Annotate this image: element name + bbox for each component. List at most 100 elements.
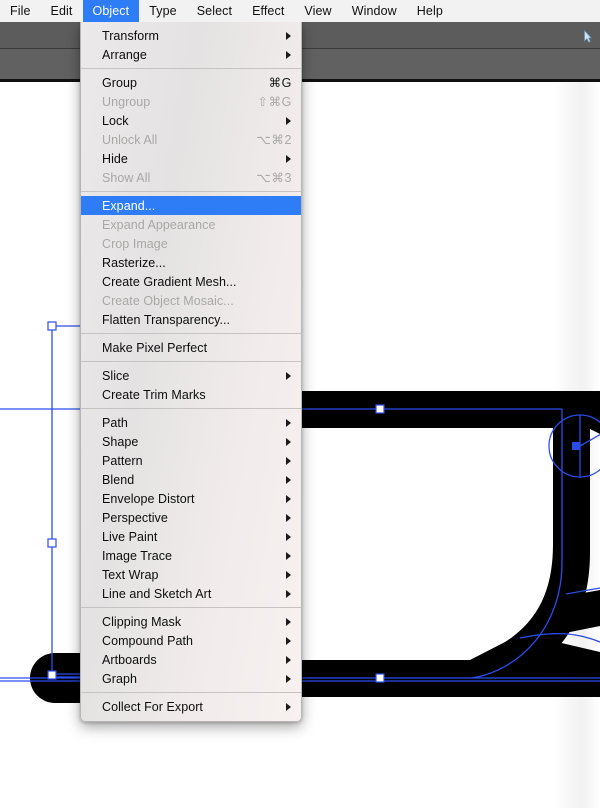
menubar-item-window[interactable]: Window [342,0,407,22]
menu-item-label: Group [102,75,137,90]
menu-item-expand-appearance: Expand Appearance [81,215,301,234]
submenu-arrow-icon [286,513,291,522]
menu-item-ungroup: Ungroup ⇧⌘G [81,92,301,111]
menu-item-pattern[interactable]: Pattern [81,451,301,470]
submenu-arrow-icon [286,371,291,380]
menu-item-label: Crop Image [102,236,168,251]
menu-item-transform[interactable]: Transform [81,26,301,45]
menubar-item-file[interactable]: File [0,0,41,22]
menu-item-create-gradient-mesh[interactable]: Create Gradient Mesh... [81,272,301,291]
menubar-item-help[interactable]: Help [407,0,453,22]
menu-item-clipping-mask[interactable]: Clipping Mask [81,612,301,631]
menubar-item-edit[interactable]: Edit [41,0,83,22]
submenu-arrow-icon [286,154,291,163]
menu-item-label: Envelope Distort [102,491,195,506]
menubar-item-view[interactable]: View [294,0,341,22]
menu-item-artboards[interactable]: Artboards [81,650,301,669]
menu-item-graph[interactable]: Graph [81,669,301,688]
menu-item-create-object-mosaic: Create Object Mosaic... [81,291,301,310]
menu-divider [81,68,301,69]
menu-item-create-trim-marks[interactable]: Create Trim Marks [81,385,301,404]
menu-item-arrange[interactable]: Arrange [81,45,301,64]
menu-item-rasterize[interactable]: Rasterize... [81,253,301,272]
menu-divider [81,408,301,409]
menu-item-label: Compound Path [102,633,193,648]
menu-item-text-wrap[interactable]: Text Wrap [81,565,301,584]
menu-item-envelope-distort[interactable]: Envelope Distort [81,489,301,508]
menu-item-label: Line and Sketch Art [102,586,212,601]
menu-item-blend[interactable]: Blend [81,470,301,489]
menubar-item-object[interactable]: Object [82,0,140,22]
submenu-arrow-icon [286,570,291,579]
submenu-arrow-icon [286,589,291,598]
submenu-arrow-icon [286,532,291,541]
menu-item-shortcut: ⇧⌘G [257,95,292,109]
menu-item-label: Image Trace [102,548,173,563]
menu-item-path[interactable]: Path [81,413,301,432]
menu-item-label: Flatten Transparency... [102,312,231,327]
submenu-arrow-icon [286,655,291,664]
menu-item-shortcut: ⌥⌘3 [256,171,292,185]
menu-item-label: Collect For Export [102,699,203,714]
menu-divider [81,361,301,362]
menu-item-label: Hide [102,151,128,166]
submenu-arrow-icon [286,674,291,683]
menu-item-label: Make Pixel Perfect [102,340,208,355]
menu-divider [81,607,301,608]
menu-item-label: Artboards [102,652,157,667]
menu-item-perspective[interactable]: Perspective [81,508,301,527]
menu-item-shape[interactable]: Shape [81,432,301,451]
submenu-arrow-icon [286,437,291,446]
menu-item-label: Graph [102,671,137,686]
menu-item-line-and-sketch-art[interactable]: Line and Sketch Art [81,584,301,603]
menu-divider [81,692,301,693]
menu-divider [81,191,301,192]
menu-item-label: Path [102,415,128,430]
menu-item-flatten-transparency[interactable]: Flatten Transparency... [81,310,301,329]
menubar-item-effect[interactable]: Effect [242,0,294,22]
menu-item-label: Text Wrap [102,567,159,582]
submenu-arrow-icon [286,418,291,427]
shape-widget-handle[interactable] [572,442,580,450]
menu-item-slice[interactable]: Slice [81,366,301,385]
menu-item-show-all: Show All ⌥⌘3 [81,168,301,187]
menu-item-make-pixel-perfect[interactable]: Make Pixel Perfect [81,338,301,357]
menu-item-hide[interactable]: Hide [81,149,301,168]
menu-item-expand[interactable]: Expand... [81,196,301,215]
submenu-arrow-icon [286,116,291,125]
menu-item-label: Unlock All [102,132,158,147]
menu-item-label: Transform [102,28,159,43]
menu-item-label: Arrange [102,47,147,62]
menu-item-label: Create Gradient Mesh... [102,274,237,289]
menu-item-label: Rasterize... [102,255,166,270]
menu-item-crop-image: Crop Image [81,234,301,253]
submenu-arrow-icon [286,617,291,626]
submenu-arrow-icon [286,475,291,484]
menu-item-lock[interactable]: Lock [81,111,301,130]
menu-item-compound-path[interactable]: Compound Path [81,631,301,650]
menu-bar[interactable]: File Edit Object Type Select Effect View Window… [0,0,600,22]
menu-item-label: Pattern [102,453,143,468]
menu-item-label: Ungroup [102,94,151,109]
object-menu-dropdown[interactable]: Transform Arrange Group ⌘G Ungroup ⇧⌘G Lock Unl… [80,22,302,722]
menu-item-label: Create Trim Marks [102,387,206,402]
menu-item-group[interactable]: Group ⌘G [81,73,301,92]
menu-item-label: Lock [102,113,129,128]
menu-item-collect-for-export[interactable]: Collect For Export [81,697,301,716]
menubar-item-type[interactable]: Type [139,0,187,22]
menu-item-label: Expand Appearance [102,217,216,232]
menu-item-label: Clipping Mask [102,614,182,629]
menu-item-live-paint[interactable]: Live Paint [81,527,301,546]
menubar-item-select[interactable]: Select [187,0,242,22]
menu-item-label: Slice [102,368,130,383]
menu-item-image-trace[interactable]: Image Trace [81,546,301,565]
menu-item-shortcut: ⌘G [268,76,292,90]
submenu-arrow-icon [286,494,291,503]
cursor-icon [584,30,592,43]
submenu-arrow-icon [286,702,291,711]
submenu-arrow-icon [286,50,291,59]
submenu-arrow-icon [286,551,291,560]
menu-divider [81,333,301,334]
menu-item-label: Live Paint [102,529,158,544]
submenu-arrow-icon [286,636,291,645]
